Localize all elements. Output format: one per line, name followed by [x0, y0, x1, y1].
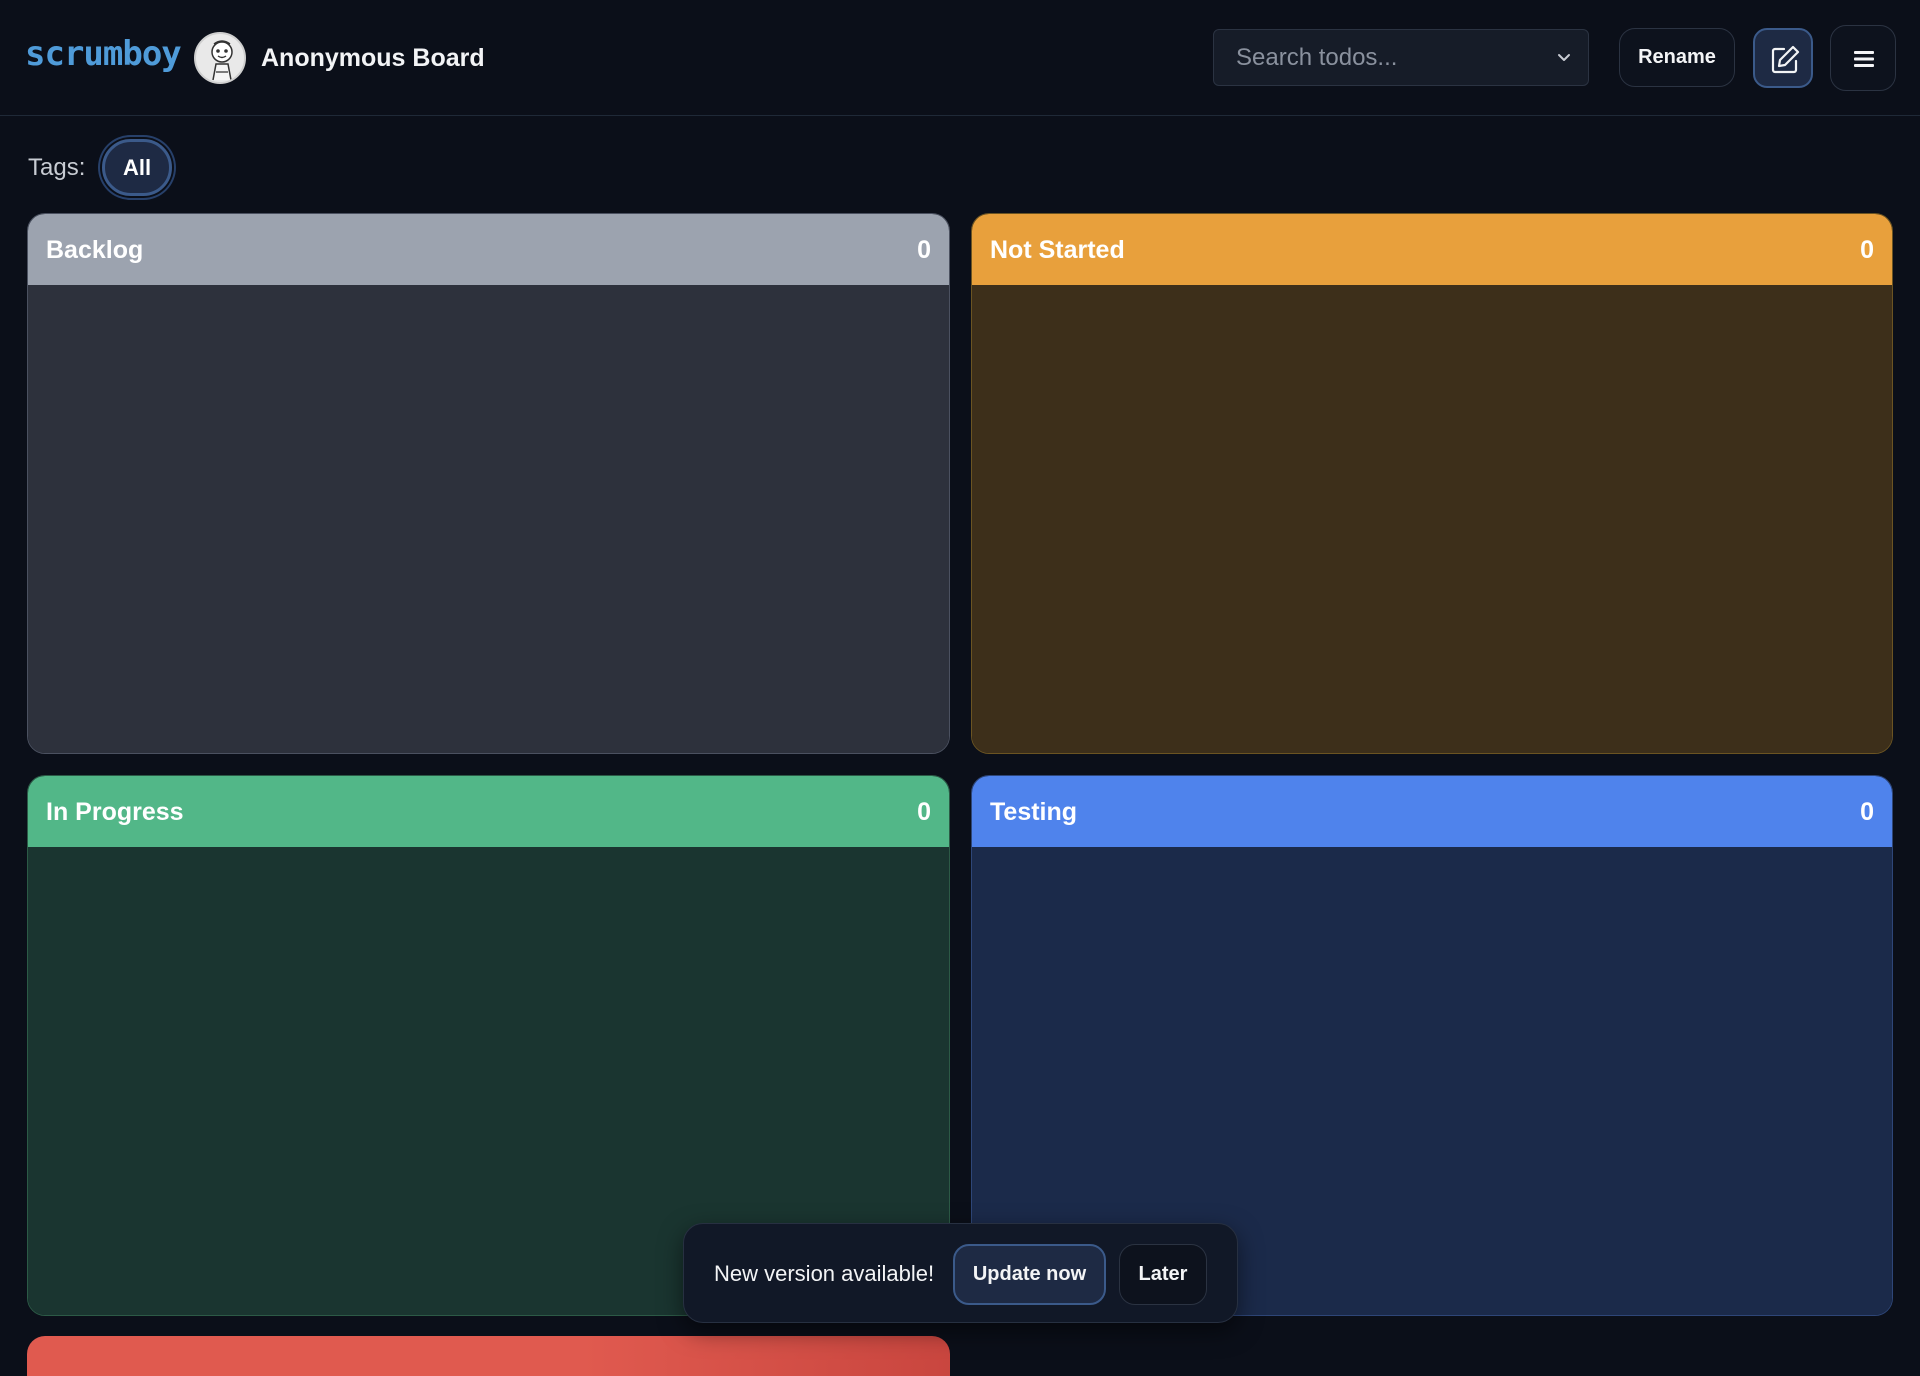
- column-count: 0: [1860, 798, 1874, 826]
- avatar[interactable]: [194, 32, 246, 84]
- toast-message: New version available!: [714, 1261, 935, 1286]
- search-input[interactable]: Search todos...: [1213, 29, 1589, 86]
- column-title: Not Started: [990, 236, 1125, 264]
- column-title: Testing: [990, 798, 1078, 826]
- column-header: Backlog 0: [28, 214, 949, 285]
- tag-chip-all[interactable]: All: [102, 139, 172, 196]
- edit-button[interactable]: [1753, 28, 1813, 88]
- column-header: Not Started 0: [972, 214, 1892, 285]
- update-now-button[interactable]: Update now: [953, 1244, 1106, 1305]
- pencil-square-icon: [1771, 45, 1800, 74]
- update-toast: New version available! Update now Later: [683, 1223, 1238, 1323]
- column-header: Testing 0: [972, 776, 1892, 847]
- column-partial-next[interactable]: [27, 1336, 950, 1376]
- later-button[interactable]: Later: [1119, 1244, 1207, 1305]
- column-header: In Progress 0: [28, 776, 949, 847]
- column-count: 0: [917, 236, 931, 264]
- search-placeholder: Search todos...: [1236, 44, 1398, 71]
- board-title[interactable]: Anonymous Board: [261, 40, 485, 76]
- tags-label: Tags:: [28, 154, 86, 181]
- app-logo[interactable]: scrumboy: [25, 32, 182, 76]
- column-dropzone[interactable]: [972, 285, 1892, 753]
- rename-button[interactable]: Rename: [1619, 28, 1735, 87]
- column-title: Backlog: [46, 236, 144, 264]
- column-backlog[interactable]: Backlog 0: [27, 213, 950, 754]
- column-title: In Progress: [46, 798, 184, 826]
- menu-button[interactable]: [1830, 25, 1896, 91]
- column-not-started[interactable]: Not Started 0: [971, 213, 1893, 754]
- chevron-down-icon[interactable]: [1554, 48, 1574, 68]
- top-bar: scrumboy Anonymous Board Search todos...…: [0, 0, 1920, 116]
- hamburger-menu-icon: [1854, 51, 1874, 67]
- column-dropzone[interactable]: [28, 285, 949, 753]
- column-count: 0: [917, 798, 931, 826]
- column-count: 0: [1860, 236, 1874, 264]
